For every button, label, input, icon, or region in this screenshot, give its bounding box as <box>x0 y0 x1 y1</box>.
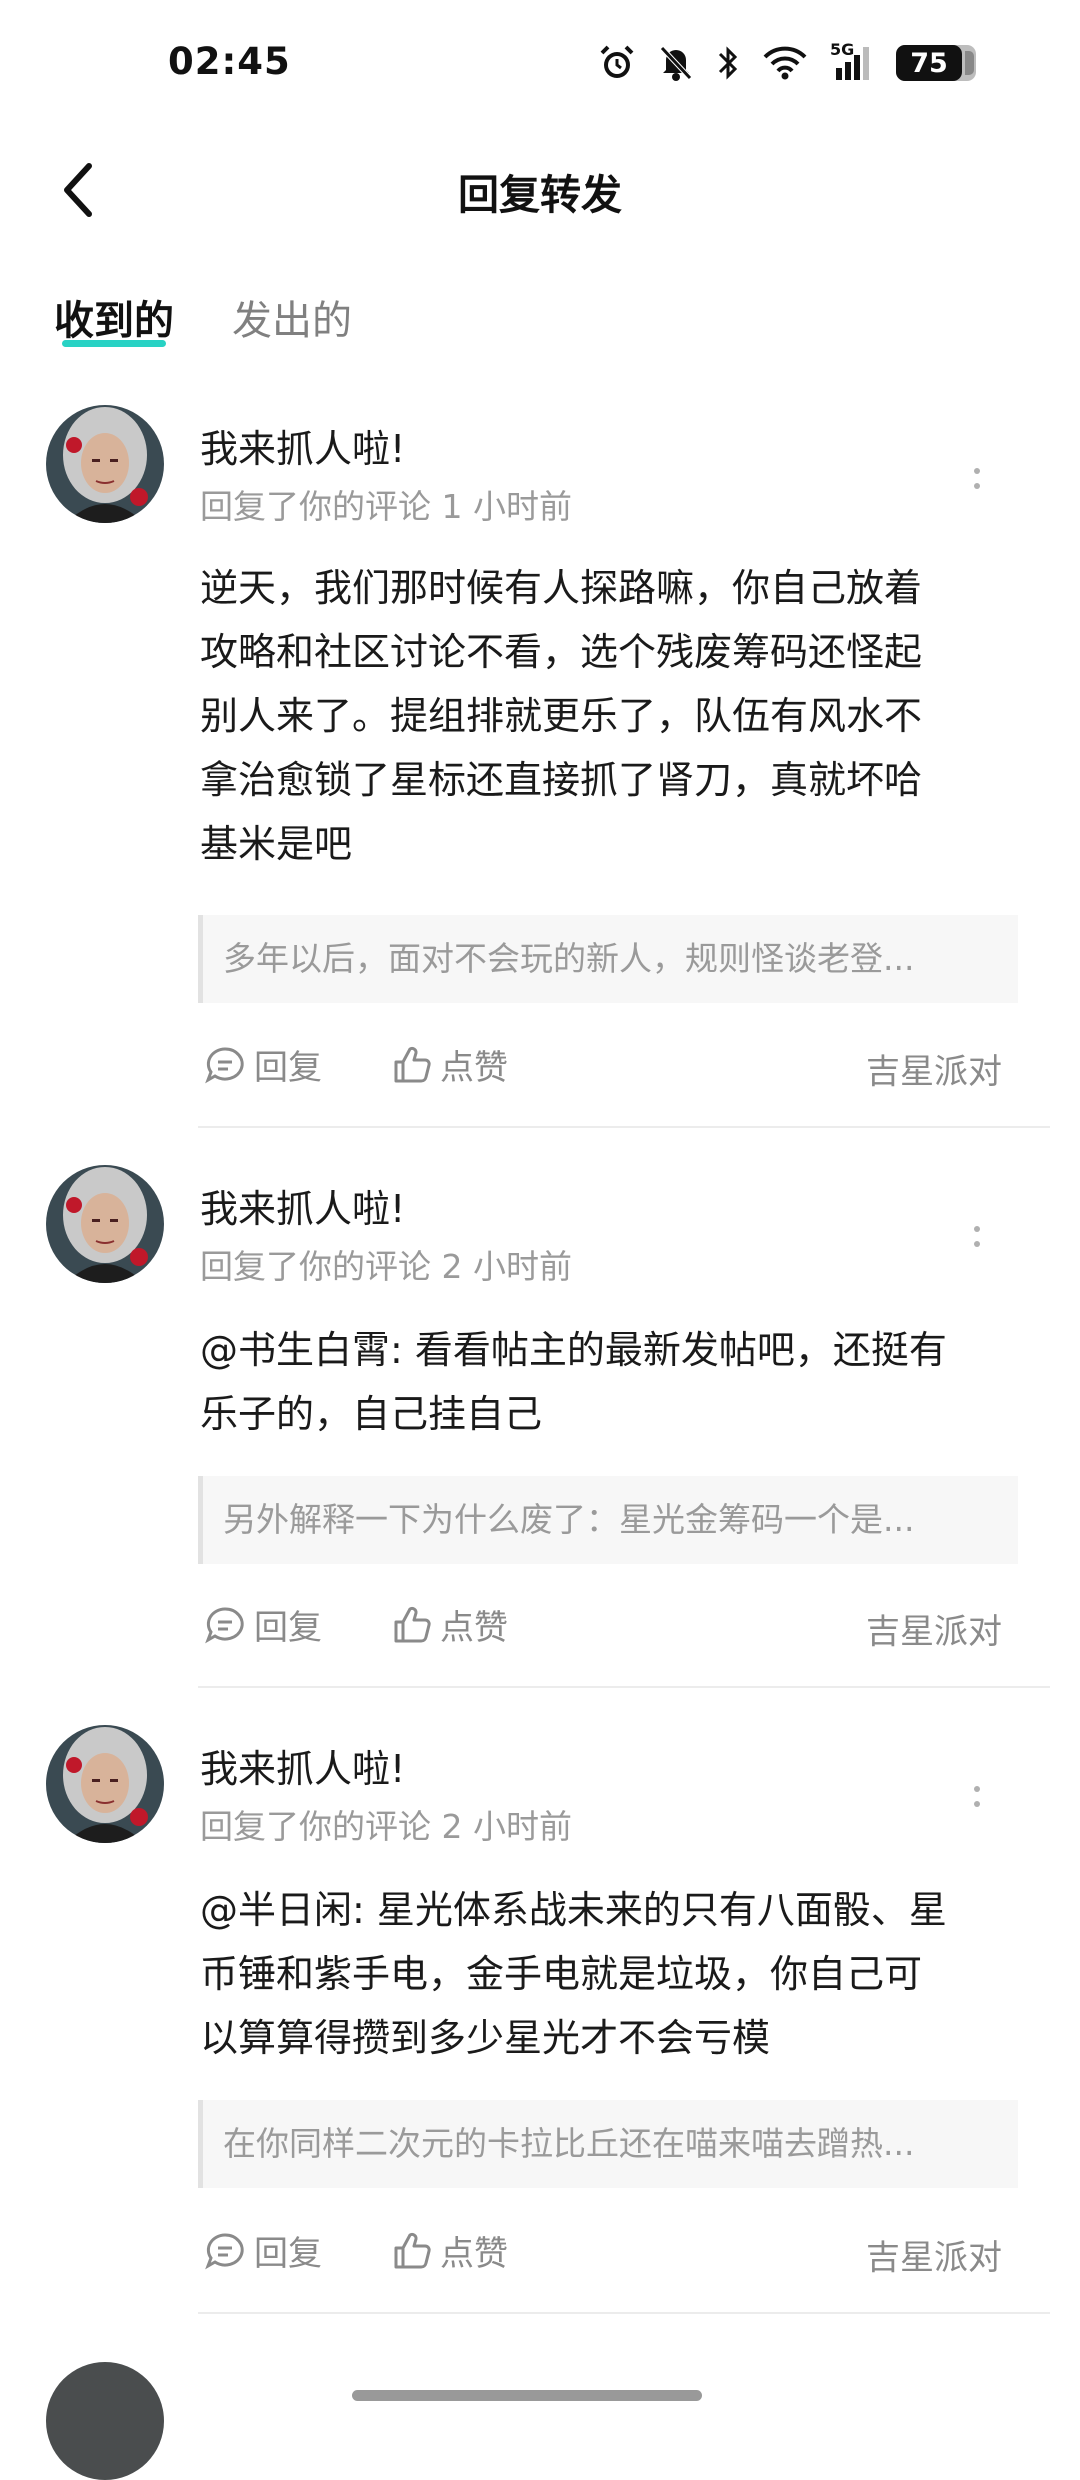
battery-level: 75 <box>896 45 974 81</box>
reply-button[interactable]: 回复 <box>204 1040 322 1089</box>
more-options-button[interactable] <box>962 1206 992 1266</box>
reply-label: 回复 <box>254 1608 322 1648</box>
signal-icon: 5G <box>830 40 874 82</box>
tab-active-indicator <box>62 340 166 347</box>
like-label: 点赞 <box>440 1608 508 1648</box>
dot-icon <box>974 1240 980 1247</box>
dot-icon <box>974 1785 980 1792</box>
alarm-icon <box>600 45 634 78</box>
avatar[interactable] <box>46 1165 164 1283</box>
reply-meta: 回复了你的评论 1 小时前 <box>200 487 572 526</box>
battery-icon: 75 <box>896 45 976 81</box>
reply-label: 回复 <box>254 2234 322 2274</box>
reply-meta: 回复了你的评论 2 小时前 <box>200 1247 572 1286</box>
dot-icon <box>974 1225 980 1232</box>
quoted-comment[interactable]: 在你同样二次元的卡拉比丘还在喵来喵去蹭热... <box>198 2100 1018 2188</box>
reply-button[interactable]: 回复 <box>204 1600 322 1649</box>
divider <box>198 1686 1050 1688</box>
tab-sent[interactable]: 发出的 <box>232 288 352 346</box>
quoted-comment[interactable]: 多年以后，面对不会玩的新人，规则怪谈老登... <box>198 915 1018 1003</box>
wifi-icon <box>763 46 807 80</box>
dot-icon <box>974 1800 980 1807</box>
username[interactable]: 我来抓人啦! <box>200 1178 405 1233</box>
status-bar: 02:45 5G 75 <box>0 0 1080 135</box>
like-button[interactable]: 点赞 <box>392 2226 508 2275</box>
source-app-link[interactable]: 吉星派对 <box>866 1604 1002 1653</box>
reply-meta: 回复了你的评论 2 小时前 <box>200 1807 572 1846</box>
avatar[interactable] <box>46 405 164 523</box>
username[interactable]: 我来抓人啦! <box>200 1738 405 1793</box>
thumbs-up-icon <box>394 2232 431 2268</box>
divider <box>198 1126 1050 1128</box>
bluetooth-icon <box>718 46 738 80</box>
home-indicator[interactable] <box>352 2390 702 2401</box>
tab-bar: 收到的 发出的 <box>0 280 1080 360</box>
divider <box>198 2312 1050 2314</box>
more-options-button[interactable] <box>962 1766 992 1826</box>
like-label: 点赞 <box>440 2234 508 2274</box>
thumbs-up-icon <box>394 1606 431 1642</box>
comment-bubble-icon <box>205 1046 244 1083</box>
like-button[interactable]: 点赞 <box>392 1600 508 1649</box>
page-title: 回复转发 <box>458 171 622 219</box>
reply-label: 回复 <box>254 1048 322 1088</box>
dot-icon <box>974 467 980 474</box>
dot-icon <box>974 482 980 489</box>
header: 回复转发 <box>0 135 1080 240</box>
comment-text[interactable]: @书生白霄: 看看帖主的最新发帖吧，还挺有 乐子的，自己挂自己 <box>200 1318 1000 1446</box>
quoted-comment[interactable]: 另外解释一下为什么废了：星光金筹码一个是... <box>198 1476 1018 1564</box>
bell-off-icon <box>660 46 692 81</box>
avatar[interactable] <box>46 1725 164 1843</box>
comment-text[interactable]: 逆天，我们那时候有人探路嘛，你自己放着 攻略和社区讨论不看，选个残废筹码还怪起 … <box>200 556 1000 876</box>
reply-button[interactable]: 回复 <box>204 2226 322 2275</box>
thumbs-up-icon <box>394 1046 431 1082</box>
status-icons: 5G 75 <box>598 40 976 82</box>
tab-received[interactable]: 收到的 <box>54 288 174 346</box>
like-label: 点赞 <box>440 1048 508 1088</box>
comment-text[interactable]: @半日闲: 星光体系战未来的只有八面骰、星 币锤和紫手电，金手电就是垃圾，你自己… <box>200 1878 1000 2070</box>
avatar[interactable] <box>46 2362 164 2480</box>
status-time: 02:45 <box>168 40 291 83</box>
like-button[interactable]: 点赞 <box>392 1040 508 1089</box>
source-app-link[interactable]: 吉星派对 <box>866 2230 1002 2279</box>
comment-bubble-icon <box>205 2232 244 2269</box>
username[interactable]: 我来抓人啦! <box>200 418 405 473</box>
comment-bubble-icon <box>205 1606 244 1643</box>
more-options-button[interactable] <box>962 448 992 508</box>
source-app-link[interactable]: 吉星派对 <box>866 1044 1002 1093</box>
